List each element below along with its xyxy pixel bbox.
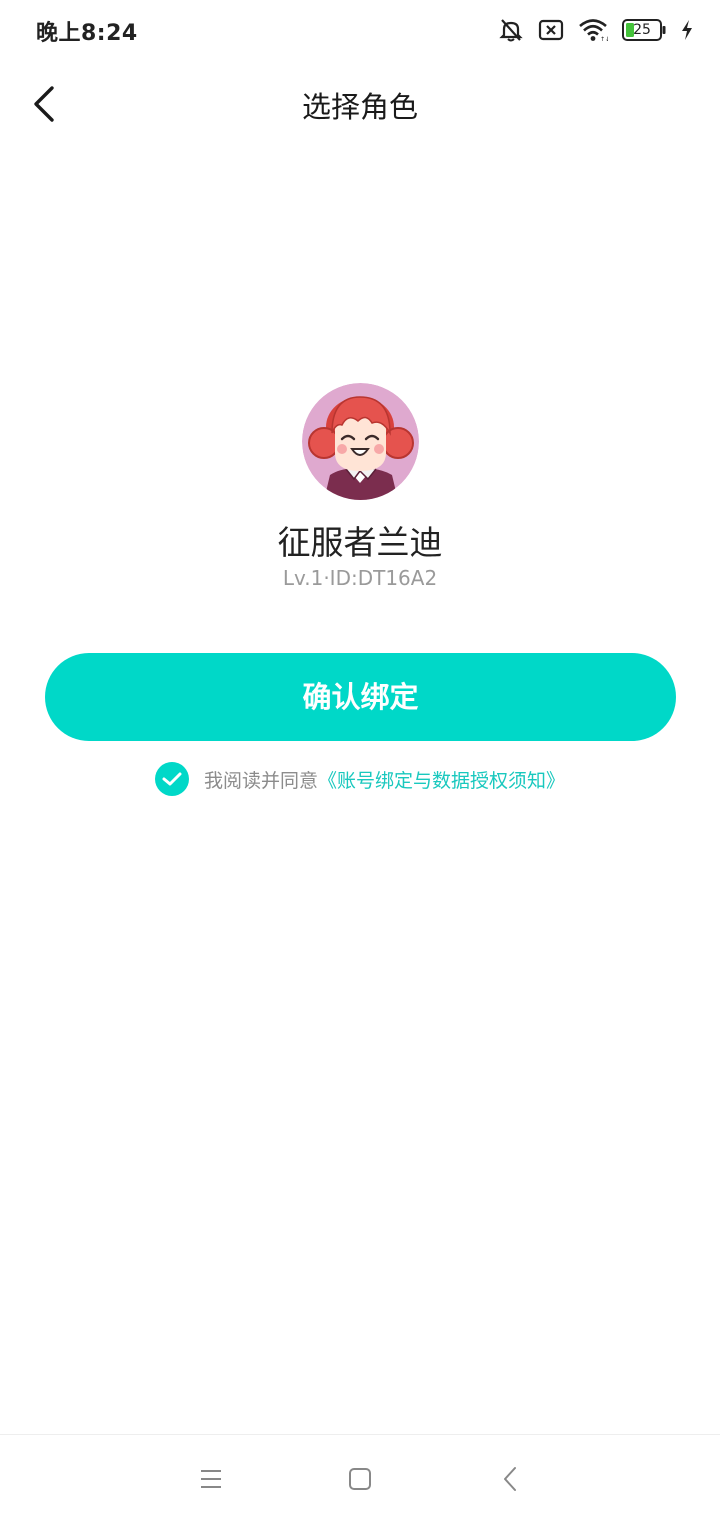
menu-button[interactable]: [193, 1461, 229, 1497]
agreement-link[interactable]: 《账号绑定与数据授权须知》: [318, 766, 565, 793]
role-meta: Lv.1·ID:DT16A2: [282, 566, 438, 590]
menu-icon: [201, 1470, 221, 1488]
svg-text:↑↓: ↑↓: [600, 36, 608, 42]
confirm-bind-button[interactable]: 确认绑定: [45, 653, 676, 741]
page-title: 选择角色: [301, 90, 418, 124]
system-back-button[interactable]: [493, 1461, 529, 1497]
home-button[interactable]: [342, 1461, 378, 1497]
bell-muted-icon: [498, 17, 524, 43]
status-icons: ↑↓ 25: [498, 14, 694, 46]
battery-icon: 25: [622, 19, 666, 41]
role-name: 征服者兰迪: [277, 523, 443, 562]
avatar: [302, 383, 419, 500]
battery-level: 25: [633, 22, 651, 38]
back-icon: [504, 1467, 516, 1491]
check-icon: [162, 772, 182, 786]
sim-error-icon: [538, 19, 564, 41]
home-icon: [349, 1468, 371, 1490]
nav-bar: 选择角色: [0, 60, 720, 148]
wifi-icon: ↑↓: [578, 18, 608, 42]
avatar-image: [302, 383, 419, 500]
status-time: 晚上8:24: [36, 21, 138, 46]
agreement-row: 我阅读并同意 《账号绑定与数据授权须知》: [0, 761, 720, 797]
agreement-prefix: 我阅读并同意: [203, 769, 318, 792]
charging-icon: [680, 19, 694, 41]
system-nav-bar: [0, 1434, 720, 1520]
status-bar: 晚上8:24 ↑↓ 25: [0, 0, 720, 60]
agreement-checkbox[interactable]: [154, 762, 189, 796]
